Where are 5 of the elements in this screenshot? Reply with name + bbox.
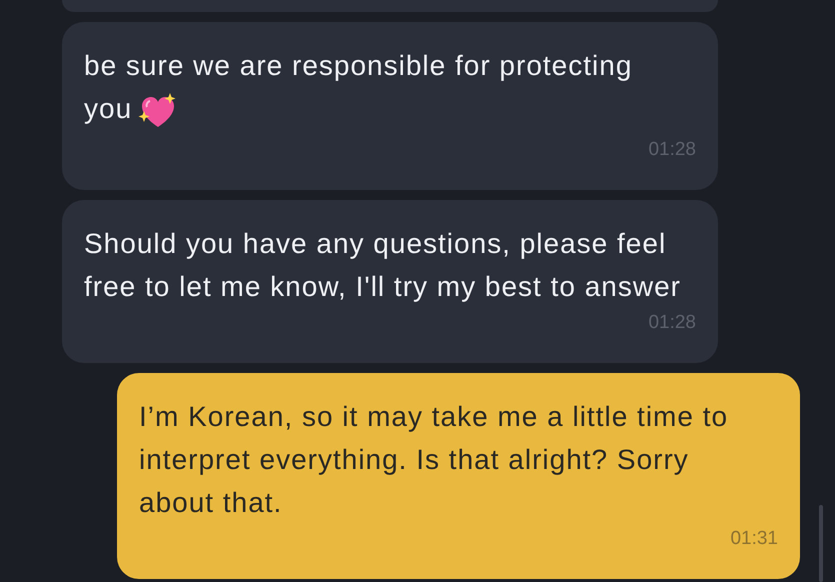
message-time: 01:31 (730, 526, 778, 551)
message-text: I’m Korean, so it may take me a little time to interpret everything. Is that alright? Sorry about that. (139, 400, 730, 520)
message-text: be sure we are responsible for protecting you (84, 50, 632, 124)
scrollbar[interactable] (819, 505, 823, 582)
message-text: Should you have any questions, please feel free to let me know, I'll try my best to answer (84, 226, 682, 304)
